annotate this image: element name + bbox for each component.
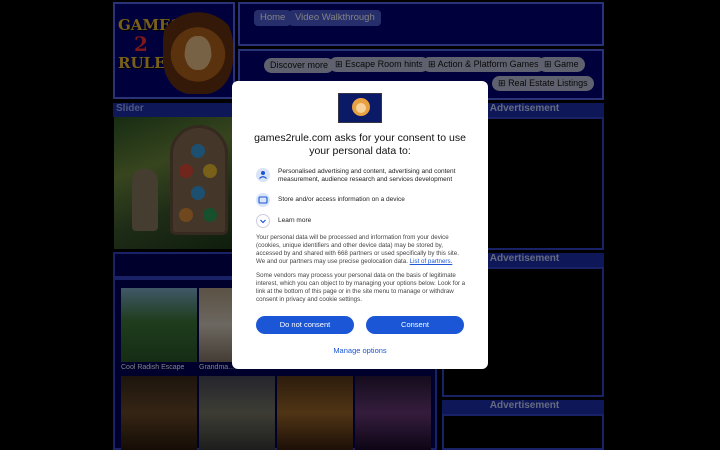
consent-site-logo: [338, 93, 382, 123]
manage-options-link[interactable]: Manage options: [232, 346, 488, 355]
list-of-partners-link[interactable]: List of partners.: [410, 258, 453, 265]
learn-more-toggle[interactable]: Learn more: [278, 217, 468, 225]
chevron-down-icon[interactable]: [256, 214, 270, 228]
consent-button[interactable]: Consent: [366, 316, 464, 334]
purpose-personalised-ads: Personalised advertising and content, ad…: [278, 168, 456, 183]
device-icon: [256, 193, 270, 207]
consent-title: games2rule.com asks for your consent to …: [254, 132, 466, 157]
consent-dialog: games2rule.com asks for your consent to …: [232, 81, 488, 369]
do-not-consent-button[interactable]: Do not consent: [256, 316, 354, 334]
consent-body-1: Your personal data will be processed and…: [256, 234, 466, 266]
purpose-store-access: Store and/or access information on a dev…: [278, 196, 405, 203]
consent-body-2: Some vendors may process your personal d…: [256, 272, 466, 303]
person-icon: [256, 168, 270, 182]
